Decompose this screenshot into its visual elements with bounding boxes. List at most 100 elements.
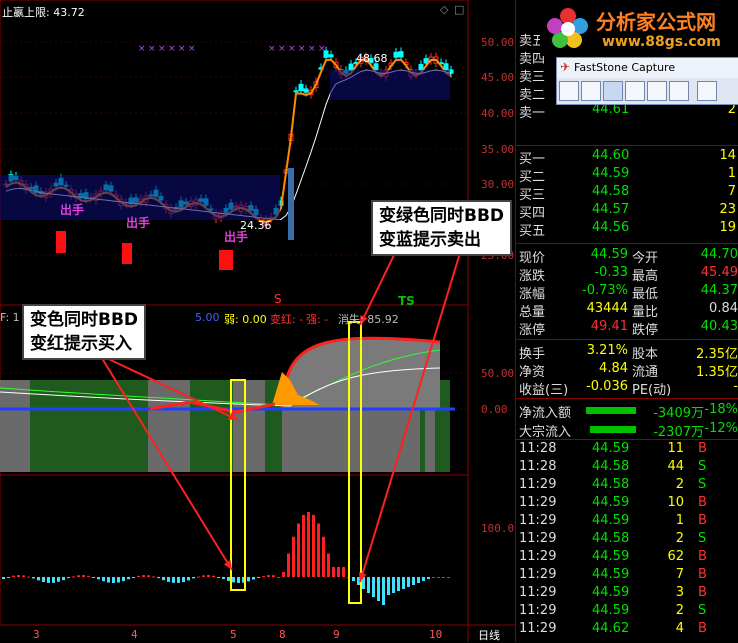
stat-row: 收益(三) -0.036 PE(动) - [516, 379, 738, 398]
stat-value: -0.33 [594, 265, 628, 280]
tick-side: S [698, 603, 707, 618]
high-price-annotation: 48.68 [356, 52, 388, 65]
bbd-bar [207, 575, 210, 577]
bbd-bar [142, 575, 145, 577]
signal-bar [56, 231, 66, 253]
bbd-bar [162, 577, 165, 581]
bbd-bar [37, 577, 40, 581]
bbd-bar [292, 536, 295, 577]
bid-price: 44.59 [592, 166, 630, 181]
tick-price: 44.58 [592, 459, 630, 474]
period-label[interactable]: 日线 [478, 627, 500, 643]
brand-url: www.88gs.com [602, 34, 721, 50]
stat-row: 总量 43444 量比 0.84 [516, 301, 738, 320]
faststone-capture-window[interactable]: ✈ FastStone Capture [556, 57, 738, 105]
bid-row: 买五 44.56 19 [516, 220, 738, 239]
stat-value: -0.73% [582, 283, 628, 298]
tick-side: S [698, 459, 707, 474]
tick-price: 44.59 [592, 513, 630, 528]
stat-label: 换手 [519, 347, 546, 362]
stat-value: 49.41 [590, 319, 628, 334]
capture-region-button[interactable] [603, 81, 623, 101]
bbd-bar [447, 577, 450, 578]
bbd-bar [12, 575, 15, 577]
flow-row: 净流入额 -3409万 -18% [516, 402, 738, 421]
bbd-bar [297, 523, 300, 577]
bid-price: 44.56 [592, 220, 630, 235]
tick-time: 11:29 [519, 549, 557, 564]
divider [516, 398, 738, 399]
stat-label: 量比 [632, 305, 659, 320]
x-axis-label: 10 [429, 628, 443, 641]
bbd-bar [337, 567, 340, 577]
diamond-icon[interactable]: ◇ [440, 3, 448, 16]
tick-time: 11:29 [519, 585, 557, 600]
bid-volume: 7 [727, 184, 736, 199]
bbd-bar [202, 575, 205, 577]
capture-fullscreen-button[interactable] [647, 81, 667, 101]
tick-price: 44.58 [592, 531, 630, 546]
x-marker: × [308, 44, 316, 54]
bbd-bar [112, 577, 115, 583]
capture-scroll-button[interactable] [669, 81, 689, 101]
kline-chart-area[interactable]: × × × × × × × × × × × × 止嬴上限: 43.72 ◇ □ 50.00 45.00… [0, 0, 515, 642]
close-icon[interactable]: □ [454, 3, 464, 16]
stat-label: 股本 [632, 347, 659, 362]
bbd-bar [342, 567, 345, 577]
flow-label: 大宗流入 [519, 425, 572, 440]
flow-pct: -12% [704, 421, 738, 436]
indicator-tick: 0.00 [481, 403, 508, 416]
tick-time: 11:28 [519, 441, 557, 456]
bbd-bar [332, 567, 335, 577]
settings-palette-button[interactable] [697, 81, 717, 101]
tick-side: B [698, 585, 707, 600]
tick-time: 11:29 [519, 603, 557, 618]
ask-label: 卖二 [519, 88, 546, 103]
bbd-bar [137, 575, 140, 577]
bbd-panel-border [0, 474, 469, 626]
candle [298, 83, 304, 92]
x-axis-label: 3 [33, 628, 40, 641]
bbd-bar [432, 577, 435, 578]
bbd-bar [152, 576, 155, 578]
indicator-weak: 弱: 0.00 [224, 313, 267, 326]
bbd-bar [42, 577, 45, 583]
bbd-bar [247, 577, 250, 582]
tick-price: 44.59 [592, 441, 630, 456]
stat-value: 0.84 [709, 301, 738, 316]
bbd-bar [442, 577, 445, 578]
bid-row: 买二 44.59 1 [516, 166, 738, 185]
bbd-bar [182, 577, 185, 583]
tick-time: 11:29 [519, 621, 557, 636]
tick-volume: 3 [675, 585, 684, 600]
indicator-prefix: F: 1 [0, 311, 20, 324]
flow-pct: -18% [704, 402, 738, 417]
faststone-titlebar[interactable]: ✈ FastStone Capture [557, 58, 738, 78]
capture-freehand-button[interactable] [625, 81, 645, 101]
stat-value: 1.35亿 [696, 365, 738, 380]
tick-side: S [698, 477, 707, 492]
ask-label: 卖三 [519, 70, 546, 85]
bbd-bar [302, 514, 305, 577]
buy-callout-line2: 变红提示买入 [30, 334, 132, 354]
indicator-value: 5.00 [195, 311, 220, 324]
tick-time: 11:29 [519, 477, 557, 492]
tick-volume: 10 [667, 495, 684, 510]
x-axis-label: 8 [279, 628, 286, 641]
bid-price: 44.58 [592, 184, 630, 199]
stat-row: 换手 3.21% 股本 2.35亿 [516, 343, 738, 362]
bid-row: 买一 44.60 14 [516, 148, 738, 167]
x-axis-label: 9 [333, 628, 340, 641]
bbd-bar [102, 577, 105, 582]
price-tick: 45.00 [481, 71, 515, 84]
bbd-bar [127, 577, 130, 580]
capture-window-button[interactable] [559, 81, 579, 101]
tick-price: 44.59 [592, 585, 630, 600]
bid-price: 44.60 [592, 148, 630, 163]
bbd-bar [62, 577, 65, 581]
tick-row: 11:29 44.59 3 B [516, 585, 738, 603]
x-marker: × [268, 44, 276, 54]
capture-object-button[interactable] [581, 81, 601, 101]
bbd-bar [32, 577, 35, 579]
stat-label: 涨幅 [519, 287, 546, 302]
